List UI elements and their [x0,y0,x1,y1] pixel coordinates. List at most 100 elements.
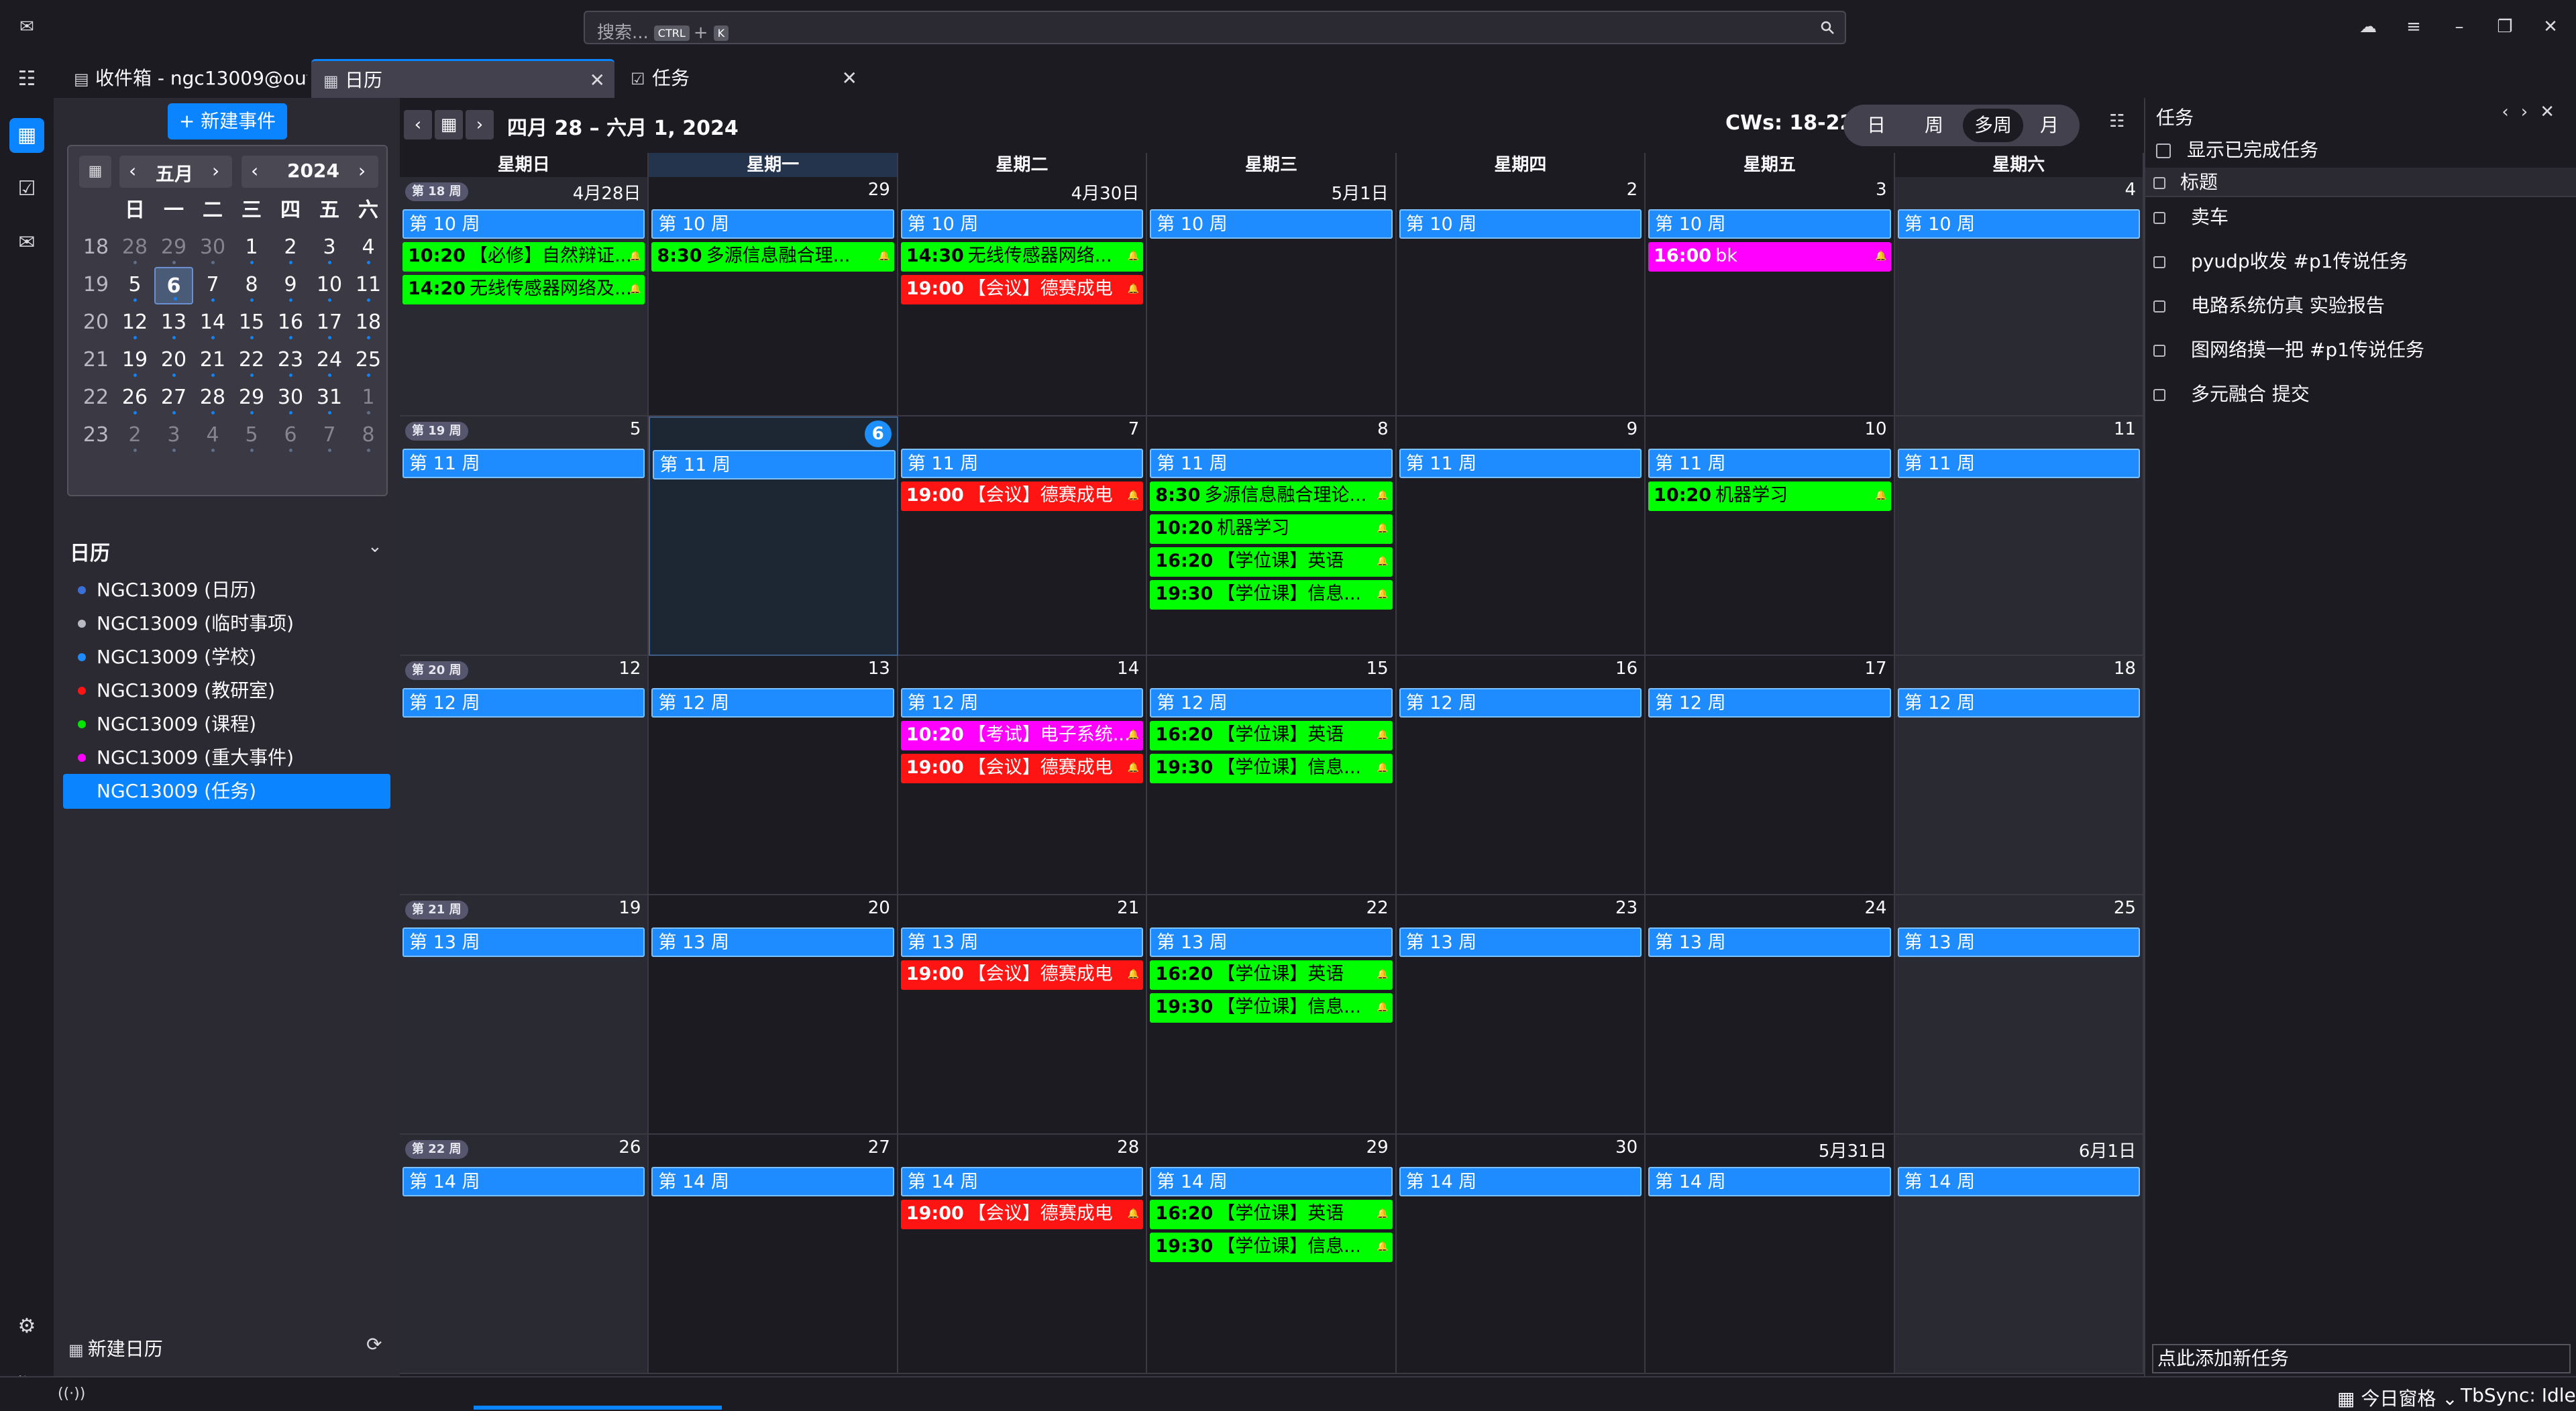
day-cell[interactable]: 5 第 19 周第 11 周 [400,416,649,656]
day-cell[interactable]: 6 第 11 周 [649,416,898,656]
task-item[interactable]: 多元融合 提交 [2153,374,2310,414]
calendar-event[interactable]: 16:20 【学位课】英语 🔔 [1150,721,1393,750]
mini-day[interactable]: 8 [232,267,271,304]
mini-day[interactable]: 17 [310,304,349,342]
day-cell[interactable]: 20 第 13 周 [649,895,898,1135]
calendar-event[interactable]: 10:20 机器学习 🔔 [1648,482,1891,511]
mini-day[interactable]: 30 [271,380,310,417]
mini-day[interactable]: 3 [154,417,193,455]
week-label-event[interactable]: 第 13 周 [651,927,894,957]
checkbox[interactable] [2156,144,2171,158]
search-input[interactable]: 搜索... CTRL + K [584,11,1846,44]
prev-year-icon[interactable]: ‹ [251,160,258,182]
week-label-event[interactable]: 第 13 周 [402,927,645,957]
mini-day[interactable]: 28 [193,380,232,417]
new-calendar-button[interactable]: ▦ 新建日历 [68,1335,163,1361]
task-checkbox[interactable] [2153,212,2165,224]
calendar-event[interactable]: 10:20 【必修】自然辩证... 🔔 [402,242,645,272]
week-label-event[interactable]: 第 12 周 [900,688,1144,718]
mini-day[interactable]: 5 [232,417,271,455]
week-label-event[interactable]: 第 10 周 [1648,209,1891,239]
day-cell[interactable]: 8第 11 周 8:30 多源信息融合理论... 🔔 10:20 机器学习 🔔 16:20 【学… [1147,416,1397,656]
week-label-event[interactable]: 第 10 周 [402,209,645,239]
day-cell[interactable]: 27 第 14 周 [649,1135,898,1374]
calendar-event[interactable]: 16:20 【学位课】英语 🔔 [1150,547,1393,577]
week-label-event[interactable]: 第 11 周 [1897,449,2140,478]
calendar-item[interactable]: NGC13009 (日历) [63,573,390,608]
calendar-event[interactable]: 19:00 【会议】德赛成电 🔔 [900,482,1144,511]
mini-day[interactable]: 4 [349,229,388,267]
new-event-button[interactable]: + 新建事件 [168,103,287,139]
day-cell[interactable]: 7 第 11 周 19:00 【会议】德赛成电 🔔 [898,416,1148,656]
calendar-item[interactable]: NGC13009 (教研室) [63,673,390,708]
calendar-event[interactable]: 19:00 【会议】德赛成电 🔔 [900,960,1144,990]
day-cell[interactable]: 5月1日第 10 周 [1147,177,1397,416]
tab-calendar[interactable]: ▦ 日历 ✕ [311,59,614,98]
day-cell[interactable]: 3 第 10 周 16:00 bk 🔔 [1646,177,1895,416]
mini-day[interactable]: 25 [349,342,388,380]
calendar-event[interactable]: 8:30 多源信息融合理... 🔔 [651,242,894,272]
calendar-item[interactable]: NGC13009 (临时事项) [63,606,390,641]
week-label-event[interactable]: 第 11 周 [1150,449,1393,478]
day-cell[interactable]: 26 第 22 周第 14 周 [400,1135,649,1374]
tab-tasks[interactable]: ☑ 任务 ✕ [619,59,867,98]
week-label-event[interactable]: 第 10 周 [1150,209,1393,239]
cloud-sync-icon[interactable]: ☁ [2356,15,2380,39]
week-badge[interactable]: 第 20 周 [405,661,468,680]
task-column-header[interactable]: 标题 [2145,168,2576,197]
mini-day[interactable]: 13 [154,304,193,342]
week-badge[interactable]: 第 21 周 [405,901,468,919]
tasks-icon[interactable]: ☑ [9,172,44,207]
calendar-event[interactable]: 10:20 机器学习 🔔 [1150,514,1393,544]
calendar-event[interactable]: 14:20 无线传感器网络及... 🔔 [402,275,645,304]
calendar-event[interactable]: 14:30 无线传感器网络... 🔔 [900,242,1144,272]
day-cell[interactable]: 21 第 13 周 19:00 【会议】德赛成电 🔔 [898,895,1148,1135]
week-label-event[interactable]: 第 10 周 [1399,209,1642,239]
day-cell[interactable]: 15 第 12 周 16:20 【学位课】英语 🔔 19:30 【学位课】信息... 🔔 [1147,656,1397,895]
task-item[interactable]: 卖车 [2153,197,2229,237]
mini-day[interactable]: 10 [310,267,349,304]
view-button-2[interactable]: 多周 [1963,109,2023,142]
mini-day[interactable]: 12 [115,304,154,342]
close-icon[interactable]: ✕ [2538,15,2563,39]
task-checkbox[interactable] [2153,345,2165,357]
mini-day[interactable]: 2 [115,417,154,455]
week-label-event[interactable]: 第 14 周 [1399,1167,1642,1196]
day-cell[interactable]: 25 第 13 周 [1894,895,2144,1135]
week-label-event[interactable]: 第 11 周 [900,449,1144,478]
mini-day[interactable]: 29 [154,229,193,267]
next-year-icon[interactable]: › [358,160,366,182]
new-task-input[interactable]: 点此添加新任务 [2152,1344,2571,1373]
day-cell[interactable]: 11 第 11 周 [1894,416,2144,656]
week-label-event[interactable]: 第 13 周 [900,927,1144,957]
calendar-event[interactable]: 16:20 【学位课】英语 🔔 [1150,1200,1393,1229]
week-badge[interactable]: 第 18 周 [405,182,468,201]
settings-icon[interactable]: ⚙ [9,1309,44,1344]
week-label-event[interactable]: 第 11 周 [402,449,645,478]
day-cell[interactable]: 16 第 12 周 [1396,656,1646,895]
day-cell[interactable]: 29 第 10 周 8:30 多源信息融合理... 🔔 [649,177,898,416]
month-label[interactable]: 五月 [156,160,193,186]
week-label-event[interactable]: 第 14 周 [1648,1167,1891,1196]
day-cell[interactable]: 12 第 20 周第 12 周 [400,656,649,895]
mini-day[interactable]: 31 [310,380,349,417]
chevron-down-icon[interactable]: ⌄ [368,537,382,557]
week-label-event[interactable]: 第 10 周 [1897,209,2140,239]
view-button-0[interactable]: 日 [1847,109,1905,142]
week-label-event[interactable]: 第 14 周 [1150,1167,1393,1196]
task-item[interactable]: 电路系统仿真 实验报告 [2153,286,2385,326]
week-label-event[interactable]: 第 12 周 [1150,688,1393,718]
calendar-item[interactable]: NGC13009 (重大事件) [63,740,390,775]
calendar-event[interactable]: 16:00 bk 🔔 [1648,242,1891,272]
day-cell[interactable]: 19 第 21 周第 13 周 [400,895,649,1135]
search-icon[interactable] [1819,19,1835,36]
day-cell[interactable]: 24 第 13 周 [1646,895,1895,1135]
calendar-event[interactable]: 8:30 多源信息融合理论... 🔔 [1150,482,1393,511]
week-label-event[interactable]: 第 11 周 [653,450,896,479]
mini-day[interactable]: 7 [310,417,349,455]
day-cell[interactable]: 18 第 12 周 [1894,656,2144,895]
mini-day[interactable]: 26 [115,380,154,417]
mini-day[interactable]: 6 [271,417,310,455]
mini-day[interactable]: 6 [154,267,193,304]
restore-icon[interactable]: ❐ [2493,15,2517,39]
